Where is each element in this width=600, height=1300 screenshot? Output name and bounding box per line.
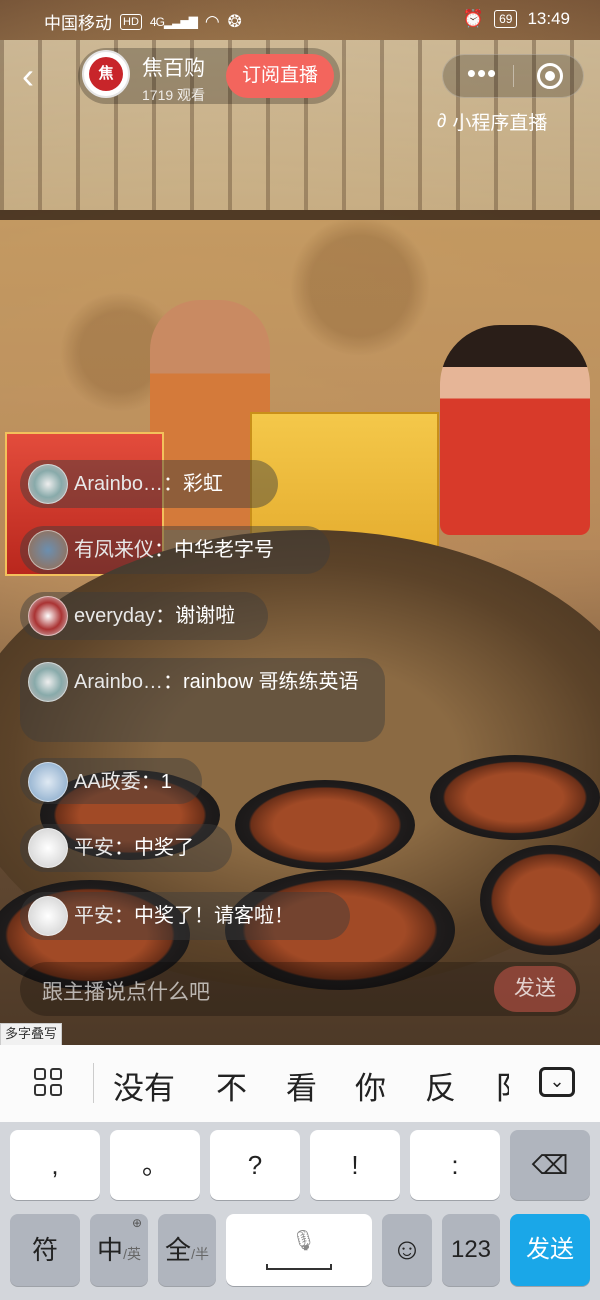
comment-input[interactable]: 跟主播说点什么吧 <box>42 976 210 1006</box>
candidate-word[interactable]: 你 <box>355 1063 386 1108</box>
hd-badge: HD <box>120 13 142 30</box>
backspace-icon[interactable]: ⌫ <box>510 1130 590 1200</box>
key-period[interactable]: 。 <box>110 1130 200 1200</box>
chat-comment: Arainbo…：rainbow 哥练练英语 <box>20 658 385 742</box>
commenter-avatar <box>28 530 68 570</box>
candidate-word[interactable]: 不 <box>216 1063 247 1108</box>
host-female <box>440 325 590 535</box>
key-comma[interactable]: , <box>10 1130 100 1200</box>
keyboard-send-button[interactable]: 发送 <box>510 1214 590 1286</box>
anchor-name: 焦百购 <box>142 57 205 80</box>
chat-comment: 平安：中奖了 <box>20 824 232 872</box>
status-bar: 中国移动 HD 4G▂▃▅▇ ◠ ❂ ⏰ 69 13:49 <box>0 0 600 40</box>
chat-comment: everyday：谢谢啦 <box>20 592 268 640</box>
chat-comment: 有凤来仪：中华老字号 <box>20 526 330 574</box>
commenter-avatar <box>28 662 68 702</box>
viewer-count: 1719 观看 <box>142 87 206 103</box>
back-chevron-icon[interactable]: ‹ <box>22 58 52 94</box>
chat-comment: Arainbo…：彩虹 <box>20 460 278 508</box>
commenter-avatar <box>28 762 68 802</box>
food-bowl <box>430 755 600 840</box>
more-dots-icon[interactable]: ••• <box>462 60 502 88</box>
candidate-divider <box>93 1063 94 1103</box>
key-colon[interactable]: : <box>410 1130 500 1200</box>
key-exclamation[interactable]: ! <box>310 1130 400 1200</box>
chat-comment: AA政委：1 <box>20 758 202 804</box>
subscribe-button[interactable]: 订阅直播 <box>226 54 334 98</box>
handwriting-mode-tag[interactable]: 多字叠写 <box>0 1023 63 1047</box>
brand-logo-icon: 焦 <box>89 57 123 91</box>
clock: 13:49 <box>527 9 570 28</box>
commenter-avatar <box>28 828 68 868</box>
live-video[interactable] <box>0 0 600 1045</box>
candidate-word[interactable]: 看 <box>286 1063 317 1108</box>
keyboard-menu-grid-icon[interactable] <box>34 1068 66 1100</box>
space-bar-icon <box>266 1264 332 1270</box>
key-symbols[interactable]: 符 <box>10 1214 80 1286</box>
emoji-icon[interactable]: ☺ <box>382 1214 432 1286</box>
globe-icon: ⊕ <box>132 1216 143 1230</box>
anchor-avatar[interactable]: 焦 <box>82 50 130 98</box>
send-button[interactable]: 发送 <box>494 966 576 1012</box>
alarm-icon: ⏰ <box>462 9 485 28</box>
candidate-word[interactable]: 阝 <box>495 1063 509 1108</box>
commenter-avatar <box>28 896 68 936</box>
signal-icon: 4G▂▃▅▇ <box>149 14 198 29</box>
mini-program-live-label: ∂ 小程序直播 <box>437 110 548 135</box>
food-bowl <box>235 780 415 870</box>
key-question[interactable]: ? <box>210 1130 300 1200</box>
chat-comment: 平安：中奖了！请客啦！ <box>20 892 350 940</box>
commenter-avatar <box>28 464 68 504</box>
collapse-keyboard-icon[interactable]: ⌄ <box>539 1067 575 1097</box>
key-space[interactable]: 🎙 <box>226 1214 372 1286</box>
battery-icon: 69 <box>494 10 518 28</box>
microphone-icon: 🎙 <box>291 1230 317 1252</box>
key-width-switch[interactable]: 全/半 <box>158 1214 216 1286</box>
capsule-divider <box>513 65 514 87</box>
carrier-label: 中国移动 <box>44 14 112 33</box>
link-icon: ∂ <box>437 110 447 132</box>
candidate-word[interactable]: 反 <box>425 1063 456 1108</box>
commenter-avatar <box>28 596 68 636</box>
key-numbers[interactable]: 123 <box>442 1214 500 1286</box>
wechat-icon: ❂ <box>227 11 242 31</box>
wifi-icon: ◠ <box>204 11 220 31</box>
close-target-icon[interactable] <box>537 63 563 89</box>
candidate-word[interactable]: 没有 <box>113 1063 175 1108</box>
